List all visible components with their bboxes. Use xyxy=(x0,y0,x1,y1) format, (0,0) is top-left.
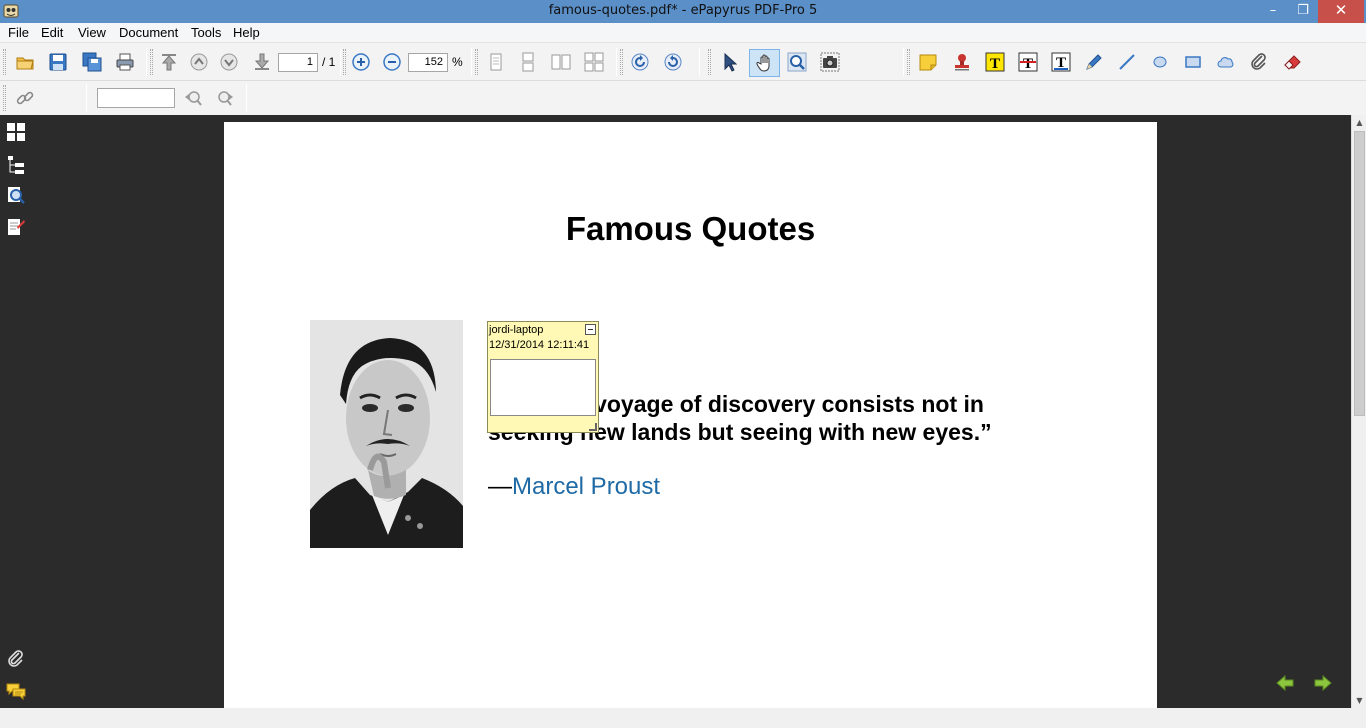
print-icon[interactable] xyxy=(112,49,138,75)
rotate-left-icon[interactable] xyxy=(627,49,653,75)
restore-button[interactable]: ❐ xyxy=(1288,0,1318,23)
select-arrow-icon[interactable] xyxy=(717,49,743,75)
next-view-icon[interactable] xyxy=(1312,672,1334,694)
strikeout-text-icon[interactable]: T xyxy=(1015,49,1041,75)
close-button[interactable]: ✕ xyxy=(1318,0,1364,23)
svg-text:T: T xyxy=(1023,56,1033,72)
menu-document[interactable]: Document xyxy=(119,25,178,40)
zoom-input[interactable]: 152 xyxy=(408,53,448,72)
stamp-icon[interactable] xyxy=(949,49,975,75)
rotate-right-icon[interactable] xyxy=(660,49,686,75)
vertical-scrollbar[interactable]: ▲ ▼ xyxy=(1351,115,1366,708)
first-page-icon[interactable] xyxy=(156,49,182,75)
menu-view[interactable]: View xyxy=(78,25,106,40)
pdf-page[interactable]: Famous Quotes “The real voyage of discov… xyxy=(224,122,1157,708)
scroll-up-icon[interactable]: ▲ xyxy=(1352,115,1366,130)
page-title: Famous Quotes xyxy=(565,210,816,247)
ellipse-tool-icon[interactable] xyxy=(1147,49,1173,75)
comments-panel-icon[interactable] xyxy=(4,679,28,703)
page-total-label: / 1 xyxy=(322,55,336,69)
document-viewport[interactable]: Famous Quotes “The real voyage of discov… xyxy=(33,115,1351,708)
toolbar-grip[interactable] xyxy=(3,49,6,75)
facing-pages-icon[interactable] xyxy=(548,49,574,75)
next-page-icon[interactable] xyxy=(216,49,242,75)
zoom-out-icon[interactable] xyxy=(379,49,405,75)
open-folder-icon[interactable] xyxy=(12,49,38,75)
main-toolbar: 1 / 1 152 % T T T xyxy=(0,43,1366,81)
annotations-list-icon[interactable] xyxy=(4,215,28,239)
author-name-link[interactable]: Marcel Proust xyxy=(512,473,660,500)
author-dash: — xyxy=(488,473,512,500)
previous-view-icon[interactable] xyxy=(1274,672,1296,694)
note-collapse-button[interactable] xyxy=(585,324,596,335)
title-bar: famous-quotes.pdf* - ePapyrus PDF-Pro 5 … xyxy=(0,0,1366,23)
save-all-icon[interactable] xyxy=(79,49,105,75)
scroll-thumb[interactable] xyxy=(1354,131,1365,416)
note-text-area[interactable] xyxy=(490,359,596,416)
highlight-text-icon[interactable]: T xyxy=(982,49,1008,75)
cloud-tool-icon[interactable] xyxy=(1213,49,1239,75)
bookmarks-tree-icon[interactable] xyxy=(4,153,28,177)
hand-tool-icon[interactable] xyxy=(749,49,780,77)
sticky-note-popup[interactable]: jordi-laptop 12/31/2014 12:11:41 xyxy=(487,321,599,433)
secondary-toolbar xyxy=(0,81,1366,115)
note-resize-handle[interactable] xyxy=(589,423,597,431)
status-bar xyxy=(0,708,1366,728)
thumbnails-icon[interactable] xyxy=(4,120,28,144)
menu-bar: File Edit View Document Tools Help xyxy=(0,23,1366,43)
menu-file[interactable]: File xyxy=(8,25,29,40)
underline-text-icon[interactable]: T xyxy=(1048,49,1074,75)
svg-text:T: T xyxy=(990,56,1000,72)
save-icon[interactable] xyxy=(45,49,71,75)
previous-page-icon[interactable] xyxy=(186,49,212,75)
line-tool-icon[interactable] xyxy=(1114,49,1140,75)
zoom-in-icon[interactable] xyxy=(348,49,374,75)
last-page-icon[interactable] xyxy=(249,49,275,75)
scroll-down-icon[interactable]: ▼ xyxy=(1352,693,1366,708)
snapshot-camera-icon[interactable] xyxy=(817,49,843,75)
note-datetime: 12/31/2014 12:11:41 xyxy=(489,339,590,351)
rectangle-tool-icon[interactable] xyxy=(1180,49,1206,75)
eraser-icon[interactable] xyxy=(1280,49,1306,75)
find-next-icon[interactable] xyxy=(212,85,238,111)
menu-help[interactable]: Help xyxy=(233,25,260,40)
magnifier-tool-icon[interactable] xyxy=(784,49,810,75)
attachments-panel-icon[interactable] xyxy=(4,647,28,671)
pencil-icon[interactable] xyxy=(1081,49,1107,75)
attachment-icon[interactable] xyxy=(1246,49,1272,75)
menu-edit[interactable]: Edit xyxy=(41,25,63,40)
minimize-button[interactable]: – xyxy=(1258,0,1288,23)
portrait-image xyxy=(310,320,463,548)
continuous-facing-icon[interactable] xyxy=(581,49,607,75)
menu-tools[interactable]: Tools xyxy=(191,25,221,40)
zoom-unit-label: % xyxy=(452,55,463,69)
link-icon[interactable] xyxy=(12,85,38,111)
page-number-input[interactable]: 1 xyxy=(278,53,318,72)
search-input[interactable] xyxy=(97,88,175,108)
find-previous-icon[interactable] xyxy=(180,85,206,111)
search-panel-icon[interactable] xyxy=(4,183,28,207)
continuous-page-icon[interactable] xyxy=(515,49,541,75)
side-panel xyxy=(0,115,33,708)
sticky-note-icon[interactable] xyxy=(915,49,941,75)
quote-author: —Marcel Proust xyxy=(488,473,660,501)
single-page-icon[interactable] xyxy=(483,49,509,75)
window-title: famous-quotes.pdf* - ePapyrus PDF-Pro 5 xyxy=(548,3,818,18)
note-author: jordi-laptop xyxy=(489,324,544,336)
